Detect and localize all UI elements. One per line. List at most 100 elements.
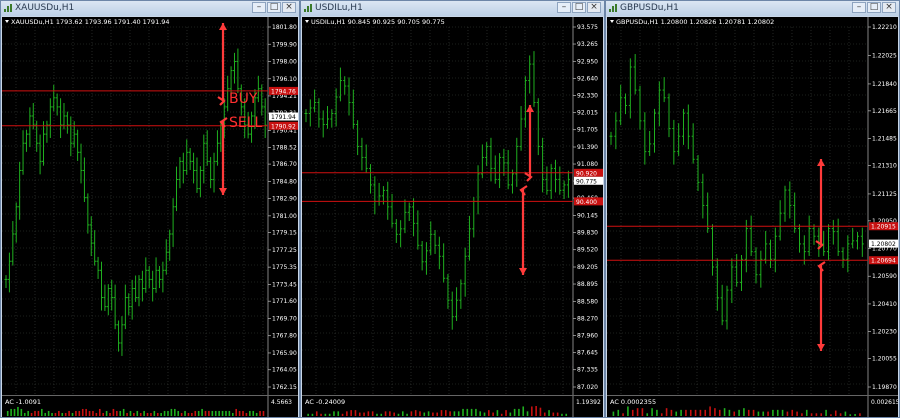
indicator-bar	[622, 413, 624, 416]
candle	[209, 157, 213, 189]
indicator-bar	[105, 410, 108, 416]
candle	[65, 111, 69, 134]
window-titlebar[interactable]: XAUUSDu,H1 – □ ×	[1, 1, 299, 16]
candle	[624, 93, 627, 115]
price-axis-label: 1.19870	[872, 384, 897, 391]
price-axis-label: 88.580	[577, 298, 598, 305]
candle	[192, 152, 196, 184]
indicator-bar	[112, 408, 115, 416]
indicator-bar	[75, 410, 77, 416]
window-title: XAUUSDu,H1	[15, 3, 75, 13]
indicator-bar	[470, 408, 473, 416]
price-axis-label: 1.20590	[872, 273, 897, 280]
candle	[263, 98, 267, 139]
candle	[407, 202, 411, 221]
price-chart[interactable]: 1.22210 1.22025 1.21840 1.21665 1.21485 1.213…	[607, 17, 898, 395]
candle	[351, 89, 355, 129]
indicator-bar	[565, 413, 568, 416]
indicator-bar	[311, 413, 314, 416]
indicator-bar	[401, 411, 404, 416]
indicator-bar	[160, 412, 162, 416]
indicator-bar	[389, 411, 391, 416]
candle	[519, 106, 523, 151]
candle	[24, 129, 28, 152]
candle	[72, 121, 76, 148]
chart-menu-icon	[305, 20, 309, 23]
indicator-bar	[81, 408, 84, 416]
maximize-button[interactable]: □	[572, 2, 586, 13]
indicator-bar	[406, 413, 408, 416]
price-chart[interactable]: 1801.801799.901798.001796.101794.211792.…	[2, 17, 298, 395]
price-axis-label: 92.330	[577, 92, 598, 99]
price-axis-label: 87.645	[577, 350, 598, 357]
indicator-bar	[184, 410, 186, 416]
candle	[369, 164, 373, 194]
price-axis-label: 90.145	[577, 212, 598, 219]
indicator-bar	[150, 412, 152, 416]
maximize-button[interactable]: □	[267, 2, 281, 13]
price-axis-label: 1798.00	[272, 59, 297, 66]
indicator-bar	[187, 412, 190, 416]
indicator-bar	[830, 414, 832, 416]
indicator-bar	[143, 410, 145, 416]
close-button[interactable]: ×	[882, 2, 896, 13]
maximize-button[interactable]: □	[867, 2, 881, 13]
price-chart[interactable]: 93.575 93.265 92.950 92.640 92.330 92.015 91.7…	[302, 17, 603, 395]
indicator-pane[interactable]: AC 0.0002355 0.002615	[607, 395, 898, 417]
candle	[827, 224, 830, 261]
candle	[648, 130, 652, 156]
candle	[614, 112, 618, 150]
price-axis-label: 91.390	[577, 144, 598, 151]
window-titlebar[interactable]: USDILu,H1 – □ ×	[301, 1, 604, 16]
minimize-icon: –	[856, 2, 862, 12]
indicator-bar	[180, 412, 183, 416]
indicator-bar	[197, 410, 200, 416]
candle	[532, 51, 536, 107]
candle	[720, 284, 724, 326]
candle	[433, 230, 437, 254]
window-title: GBPUSDu,H1	[620, 3, 679, 13]
candle	[164, 239, 168, 275]
price-axis-label: 1.22210	[872, 24, 897, 31]
minimize-button[interactable]: –	[252, 2, 266, 13]
chart-window-xauusd[interactable]: XAUUSDu,H1 – □ × 1801.80 1799.90 1798.00 1796.1…	[0, 0, 300, 418]
indicator-bar	[122, 408, 125, 416]
candle	[343, 76, 347, 95]
minimize-button[interactable]: –	[852, 2, 866, 13]
candle	[523, 76, 527, 128]
candle	[657, 81, 661, 127]
candle	[364, 144, 368, 173]
price-axis-label: 1771.60	[272, 298, 297, 305]
indicator-bar	[17, 406, 19, 416]
indicator-bar	[346, 411, 348, 416]
close-button[interactable]: ×	[587, 2, 601, 13]
chart-window-usdils[interactable]: USDILu,H1 – □ × 93.575 93.265 92.950 92.640 92.3…	[300, 0, 605, 418]
indicator-bar	[208, 410, 210, 416]
price-axis-label: 1.21840	[872, 81, 897, 88]
level-price-label: 90.400	[576, 199, 597, 206]
candle	[831, 219, 835, 245]
indicator-bar	[102, 412, 104, 416]
indicator-pane[interactable]: AC -1.0091 4.5663	[2, 395, 298, 417]
indicator-pane[interactable]: AC -0.24009 1.19392	[302, 395, 603, 417]
indicator-bar	[617, 409, 620, 416]
chart-window-gbpusd[interactable]: GBPUSDu,H1 – □ × 1.22210 1.22025 1.21840 1.2166…	[605, 0, 900, 418]
indicator-scale-label: 1.19392	[576, 399, 601, 406]
candle	[69, 116, 73, 157]
price-axis-label: 1786.70	[272, 161, 297, 168]
price-axis-label: 1799.90	[272, 41, 297, 48]
candle	[783, 185, 787, 222]
candle	[198, 166, 202, 198]
minimize-button[interactable]: –	[557, 2, 571, 13]
candle	[638, 85, 642, 130]
indicator-bar	[136, 410, 139, 416]
window-titlebar[interactable]: GBPUSDu,H1 – □ ×	[606, 1, 899, 16]
close-button[interactable]: ×	[282, 2, 296, 13]
price-axis-label: 87.020	[577, 384, 598, 391]
indicator-bar	[384, 411, 387, 416]
price-axis-label: 1.21125	[872, 191, 897, 198]
indicator-bar	[218, 410, 220, 416]
indicator-bar	[820, 413, 823, 416]
indicator-bar	[685, 409, 687, 416]
candle	[764, 230, 768, 264]
